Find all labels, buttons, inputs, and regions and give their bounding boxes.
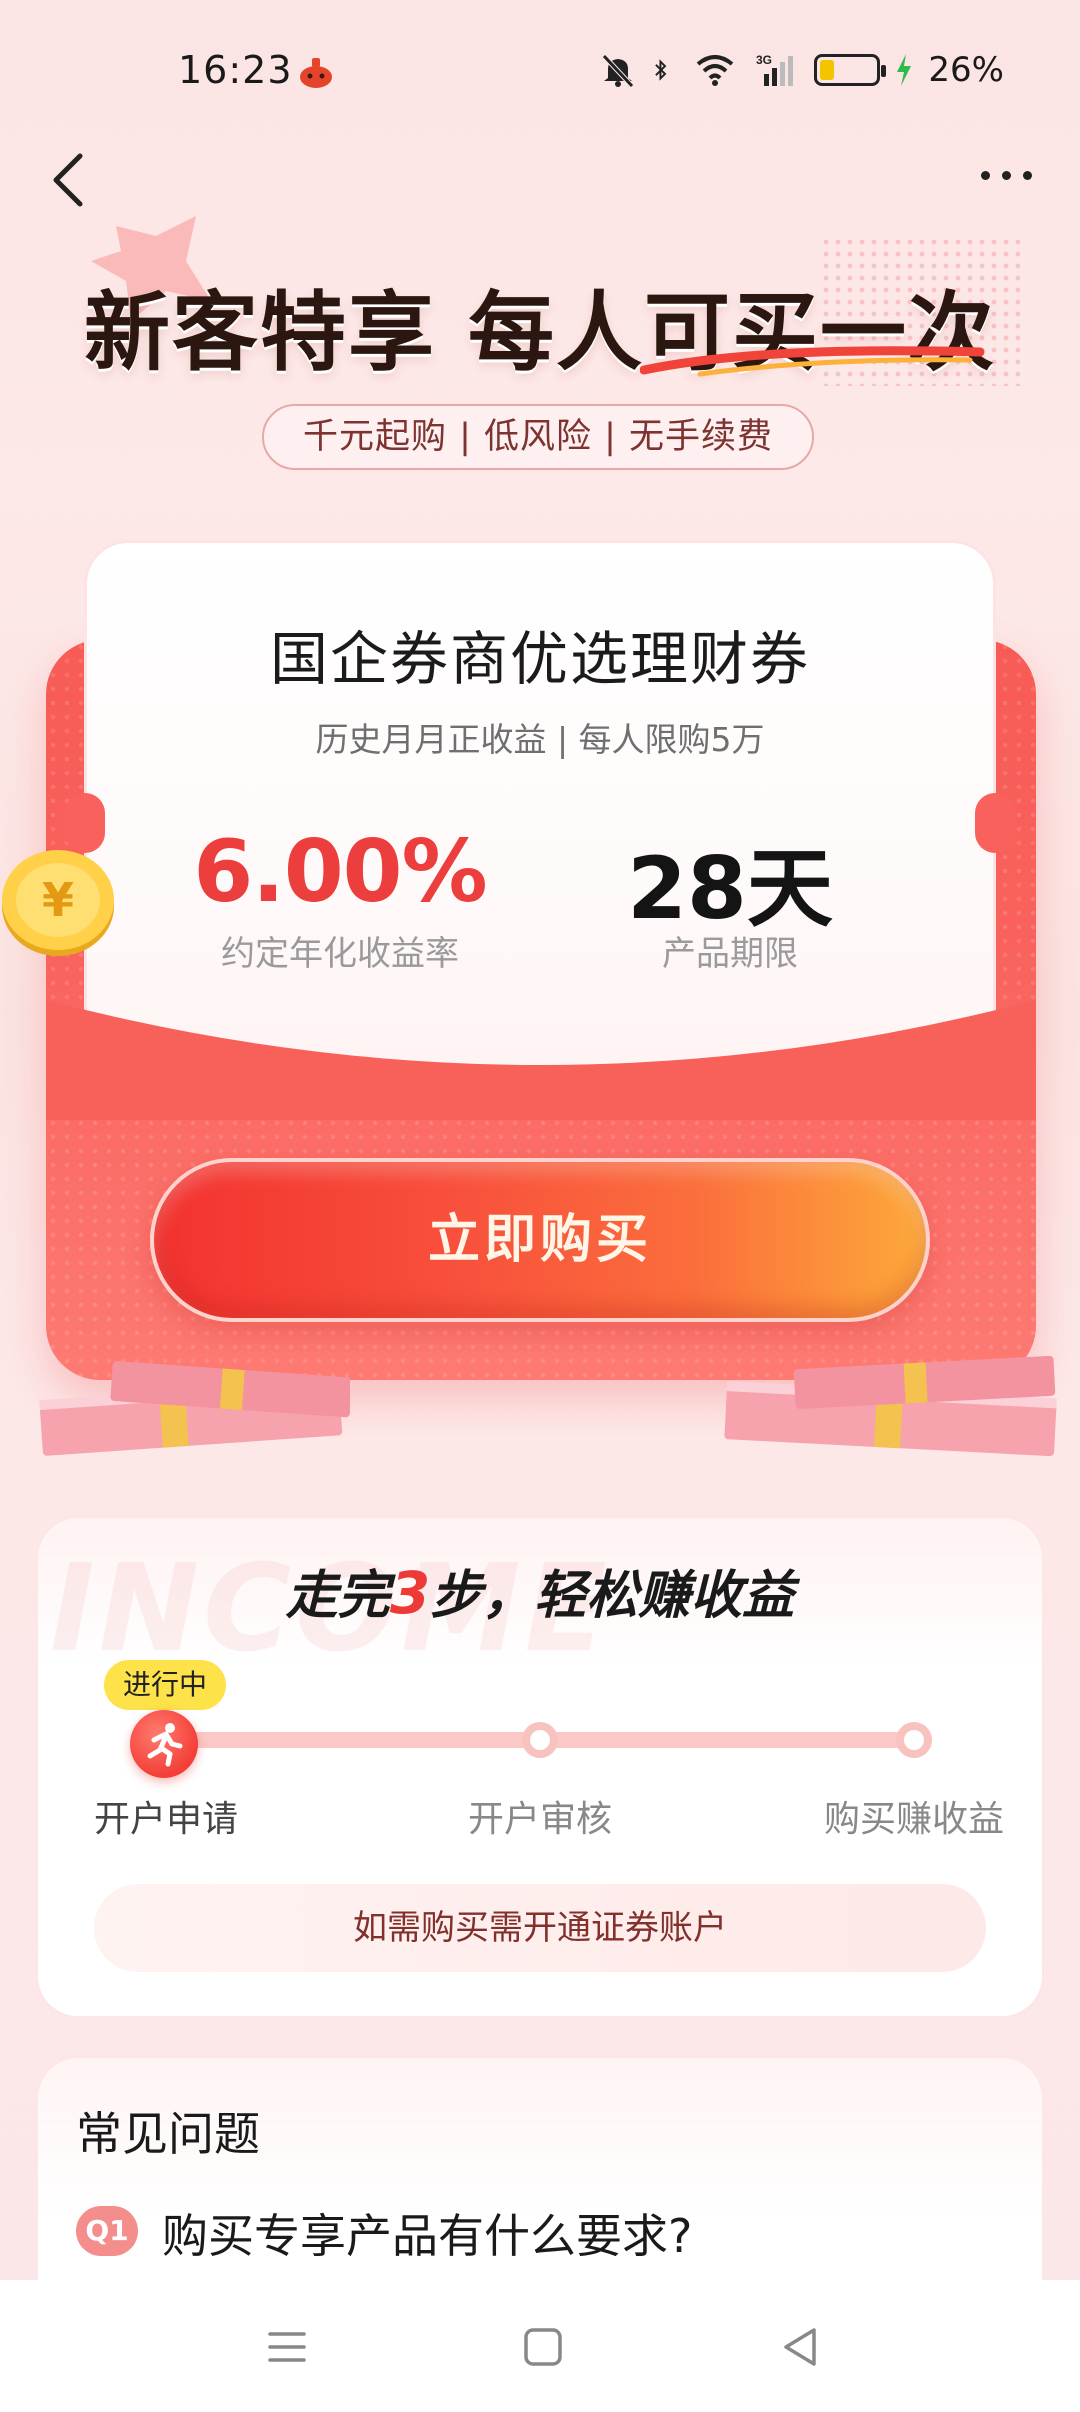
back-triangle-icon[interactable]: [766, 2312, 836, 2382]
cash-stack-left: [39, 1361, 350, 1456]
network-label: 3G: [756, 53, 772, 67]
account-required-note[interactable]: 如需购买需开通证券账户: [94, 1884, 986, 1972]
bluetooth-icon: [655, 59, 667, 81]
product-name: 国企券商优选理财券: [269, 625, 810, 693]
step-3-indicator: [896, 1722, 932, 1758]
feature-tags: 千元起购 | 低风险 | 无手续费: [262, 404, 814, 470]
annual-rate-label: 约定年化收益率: [221, 934, 459, 974]
status-icons: 3G 26%: [598, 50, 1004, 90]
app-notification-icon: [300, 58, 332, 88]
card-wave-decoration: [46, 1000, 1036, 1120]
status-bar: 16:23 3G 26%: [0, 0, 1080, 140]
running-person-icon: [147, 1723, 183, 1767]
mute-icon: [602, 54, 635, 88]
buy-now-button[interactable]: 立即购买: [150, 1158, 930, 1322]
more-button[interactable]: [966, 150, 1046, 200]
gold-coin-icon: ¥: [2, 850, 114, 956]
more-dots-icon: [980, 170, 990, 180]
steps-title-suffix: 步，轻松赚收益: [430, 1566, 795, 1626]
cash-stack-right: [724, 1356, 1057, 1457]
term-label: 产品期限: [662, 934, 798, 974]
menu-icon[interactable]: [252, 2312, 322, 2382]
annual-rate-value: 6.00%: [193, 822, 487, 922]
more-dot: [1001, 170, 1011, 180]
battery-percent: 26%: [928, 50, 1004, 90]
charging-icon: [897, 54, 912, 86]
faq-q1-badge: Q1: [76, 2206, 138, 2256]
steps-title: 走完3步，轻松赚收益: [0, 1553, 1080, 1628]
step-2-indicator: [522, 1722, 558, 1758]
wifi-icon: [697, 55, 734, 86]
steps-title-prefix: 走完: [285, 1566, 390, 1626]
step-1-indicator: [130, 1710, 198, 1778]
hero-underline-swoosh: [640, 346, 985, 377]
faq-title: 常见问题: [76, 2107, 260, 2161]
step-3-label: 购买赚收益: [823, 1799, 1004, 1840]
more-dot: [1022, 170, 1032, 180]
svg-text:¥: ¥: [42, 873, 74, 927]
step-1-label: 开户申请: [93, 1799, 238, 1840]
steps-title-number: 3: [389, 1559, 431, 1627]
battery-icon: [814, 54, 887, 86]
home-icon[interactable]: [508, 2312, 578, 2382]
product-subtitle: 历史月月正收益 | 每人限购5万: [315, 720, 765, 759]
signal-icon: 3G: [756, 53, 794, 86]
faq-q1-question[interactable]: 购买专享产品有什么要求?: [162, 2200, 692, 2266]
battery-level-fill: [820, 60, 835, 80]
in-progress-badge: 进行中: [104, 1660, 226, 1710]
status-time: 16:23: [178, 48, 293, 92]
term-value: 28天: [627, 839, 833, 939]
step-2-label: 开户审核: [467, 1799, 612, 1840]
